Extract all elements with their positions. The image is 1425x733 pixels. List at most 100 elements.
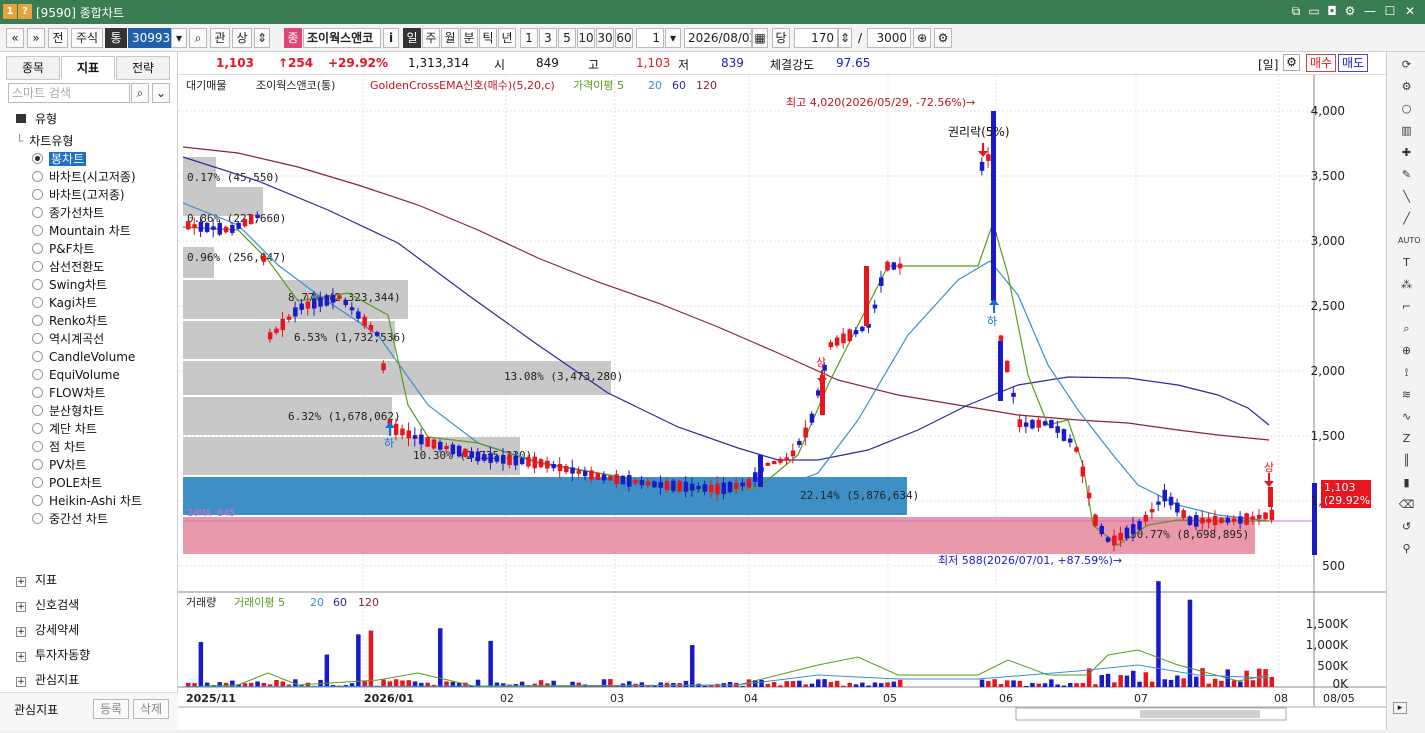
stock-name-field[interactable]: 조이웍스앤코 xyxy=(303,28,381,48)
register-button[interactable]: 등록 xyxy=(93,699,129,719)
chart-type-option[interactable]: 종가선차트 xyxy=(32,205,104,222)
smart-search-input[interactable]: 스마트 검색 xyxy=(8,83,130,103)
line-icon[interactable]: ╲ xyxy=(1398,188,1415,205)
gwan-button[interactable]: 관 xyxy=(210,28,230,48)
prev-button[interactable]: « xyxy=(6,28,24,48)
chart-type-option[interactable]: 삼선전환도 xyxy=(32,259,104,276)
radio-icon[interactable] xyxy=(32,513,43,524)
expand-icon[interactable]: + xyxy=(16,652,26,662)
cursor-icon[interactable]: ⌐ xyxy=(1398,298,1415,315)
spin-button[interactable]: ⇕ xyxy=(254,28,270,48)
delete-button[interactable]: 삭제 xyxy=(133,699,169,719)
radio-icon[interactable] xyxy=(32,459,43,470)
settings-icon[interactable]: ⚙ xyxy=(934,28,952,48)
interval-1[interactable]: 1 xyxy=(520,28,538,48)
tab-strategy[interactable]: 전략 xyxy=(116,56,170,80)
cross-icon[interactable]: ✚ xyxy=(1398,144,1415,161)
radio-icon[interactable] xyxy=(32,333,43,344)
tab-stock[interactable]: 종목 xyxy=(6,56,60,80)
chart-type-option[interactable]: 바차트(고저종) xyxy=(32,187,125,204)
group-item[interactable]: + 지표 xyxy=(16,569,57,591)
chart-type-option[interactable]: 봉차트 xyxy=(32,151,87,168)
help-icon[interactable]: ? xyxy=(18,4,32,19)
chart-type-option[interactable]: Kagi차트 xyxy=(32,295,97,312)
bar-chart-icon[interactable]: ▥ xyxy=(1398,122,1415,139)
chart-type-option[interactable]: Swing차트 xyxy=(32,277,107,294)
radio-icon[interactable] xyxy=(32,279,43,290)
radio-icon[interactable] xyxy=(32,405,43,416)
date-input[interactable]: 2026/08/02 xyxy=(684,28,752,48)
more-button[interactable]: » xyxy=(27,28,45,48)
sang-button[interactable]: 상 xyxy=(232,28,252,48)
period-day[interactable]: 일 xyxy=(403,28,421,48)
count-spin[interactable]: ⇕ xyxy=(838,28,852,48)
tab-indicator[interactable]: 지표 xyxy=(61,56,115,80)
zigzag-icon[interactable]: Z xyxy=(1398,430,1415,447)
radio-icon[interactable] xyxy=(32,297,43,308)
auto-icon[interactable]: AUTO xyxy=(1398,232,1421,249)
chart-type-option[interactable]: PV차트 xyxy=(32,457,87,474)
settings-icon[interactable]: ⚙ xyxy=(1283,54,1300,71)
radio-icon[interactable] xyxy=(32,351,43,362)
radio-icon[interactable] xyxy=(32,423,43,434)
stock-chart[interactable]: 0.17% (45,550) 0.86% (227,660) 0.96% (25… xyxy=(178,75,1386,730)
chart-type-option[interactable]: 점 차트 xyxy=(32,439,86,456)
group-item[interactable]: + 투자자동향 xyxy=(16,644,90,666)
chart-type-option[interactable]: Heikin-Ashi 차트 xyxy=(32,493,142,510)
buy-button[interactable]: 매수 xyxy=(1306,54,1336,72)
interval-input[interactable]: 1 xyxy=(636,28,664,48)
group-item[interactable]: + 관심지표 xyxy=(16,669,79,691)
period-week[interactable]: 주 xyxy=(422,28,440,48)
circle-icon[interactable]: ○ xyxy=(1398,100,1415,117)
fibonacci-icon[interactable]: ≋ xyxy=(1398,386,1415,403)
eraser-icon[interactable]: ⌫ xyxy=(1398,496,1415,513)
chart-type-option[interactable]: 역시계곡선 xyxy=(32,331,104,348)
code-dropdown-button[interactable]: ▾ xyxy=(171,28,187,48)
pencil-icon[interactable]: ✎ xyxy=(1398,166,1415,183)
radio-icon[interactable] xyxy=(32,495,43,506)
chart-type-node[interactable]: └ 차트유형 xyxy=(16,132,73,149)
radio-icon[interactable] xyxy=(32,315,43,326)
dang-button[interactable]: 당 xyxy=(772,28,790,48)
grid-lines-icon[interactable]: ║ xyxy=(1398,452,1415,469)
gear-icon[interactable]: ⚙ xyxy=(1398,78,1415,95)
radio-icon[interactable] xyxy=(32,207,43,218)
stock-type-button[interactable]: 주식 xyxy=(71,28,103,48)
search-icon[interactable]: ⌕ xyxy=(131,83,149,103)
chart-type-option[interactable]: FLOW차트 xyxy=(32,385,106,402)
period-minute[interactable]: 분 xyxy=(460,28,478,48)
radio-icon[interactable] xyxy=(32,243,43,254)
scrollbar-thumb[interactable] xyxy=(1140,710,1260,718)
chart-type-option[interactable]: Mountain 차트 xyxy=(32,223,131,240)
radio-icon[interactable] xyxy=(32,369,43,380)
chart-type-option[interactable]: Renko차트 xyxy=(32,313,108,330)
chart-type-option[interactable]: 바차트(시고저종) xyxy=(32,169,136,186)
pattern-icon[interactable]: ⁂ xyxy=(1398,276,1415,293)
search-icon[interactable]: ⌕ xyxy=(189,28,207,48)
window-icon[interactable]: ▭ xyxy=(1306,3,1322,19)
radio-icon[interactable] xyxy=(32,189,43,200)
period-tag[interactable]: [일] xyxy=(1258,56,1278,73)
chart-type-option[interactable]: P&F차트 xyxy=(32,241,95,258)
chart-type-option[interactable]: CandleVolume xyxy=(32,349,135,366)
jong-badge[interactable]: 종 xyxy=(284,28,302,48)
info-button[interactable]: i xyxy=(383,28,399,48)
expand-icon[interactable]: + xyxy=(16,602,26,612)
chart-type-option[interactable]: 계단 차트 xyxy=(32,421,97,438)
total-input[interactable]: 3000 xyxy=(867,28,911,48)
chart-type-option[interactable]: POLE차트 xyxy=(32,475,102,492)
jeon-button[interactable]: 전 xyxy=(48,28,68,48)
sell-button[interactable]: 매도 xyxy=(1338,54,1368,72)
calendar-icon[interactable]: ▦ xyxy=(752,28,768,48)
radio-icon[interactable] xyxy=(32,261,43,272)
type-header[interactable]: 유형 xyxy=(16,110,57,127)
bars-icon[interactable]: ▮ xyxy=(1398,474,1415,491)
radio-icon[interactable] xyxy=(32,477,43,488)
period-year[interactable]: 년 xyxy=(498,28,516,48)
close-icon[interactable]: ✕ xyxy=(1402,3,1418,19)
interval-10[interactable]: 10 xyxy=(577,28,595,48)
magnify-icon[interactable]: ⚲ xyxy=(1398,540,1415,557)
magnet-icon[interactable]: ⟟ xyxy=(1398,364,1415,381)
interval-dropdown[interactable]: ▾ xyxy=(665,28,681,48)
link-icon[interactable]: ⧉ xyxy=(1288,3,1304,19)
